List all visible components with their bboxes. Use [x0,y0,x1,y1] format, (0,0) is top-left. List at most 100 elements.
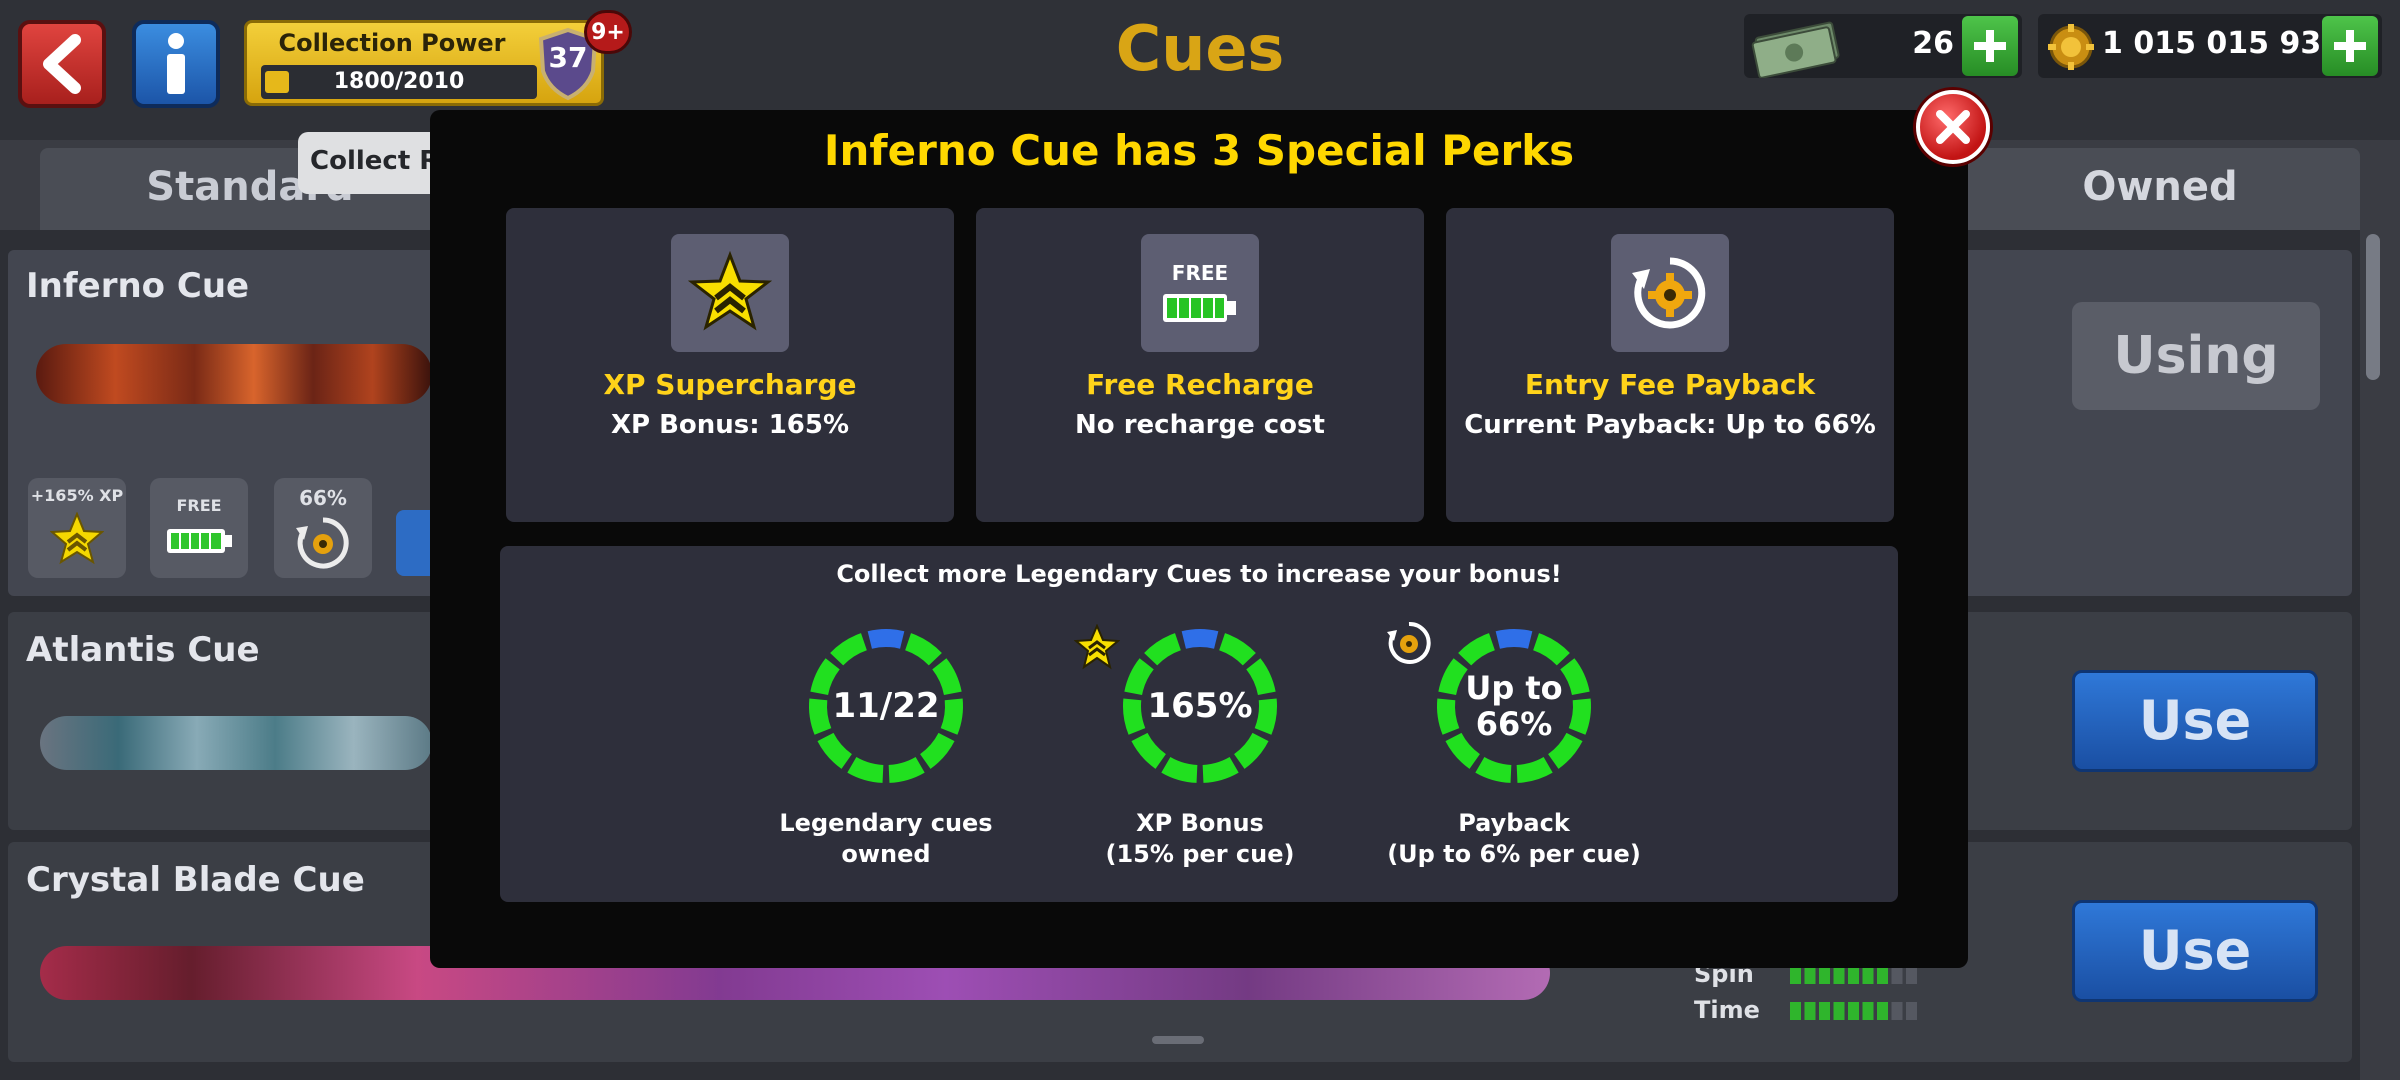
ring-value-line: 66% [1475,705,1553,743]
stat-segment [1833,966,1845,984]
legendary-bonus-panel: Collect more Legendary Cues to increase … [500,546,1898,902]
stat-segment [1804,966,1816,984]
perk-icon-tile [1611,234,1729,352]
ring-caption: Legendary cues owned [736,808,1036,870]
modal-title: Inferno Cue has 3 Special Perks [823,126,1575,175]
stat-segment [1833,1002,1845,1020]
stat-tile-label: 66% [299,486,347,510]
back-arrow-icon [43,34,81,94]
perk-description: Current Payback: Up to 66% [1464,410,1876,440]
plus-icon [2334,30,2366,62]
ring-caption: XP Bonus (15% per cue) [1050,808,1350,870]
stat-segment [1804,1002,1816,1020]
payback-icon [1632,257,1706,329]
stat-segment [1848,966,1859,984]
add-coins-button[interactable] [2322,16,2378,76]
stat-segment [1848,1002,1859,1020]
xp-star-badge [1074,624,1120,670]
collection-power-label: Collection Power [278,29,506,57]
cue-name: Inferno Cue [26,266,250,306]
tab-owned[interactable]: Owned [1960,148,2360,230]
ring-caption: Payback (Up to 6% per cue) [1364,808,1664,870]
perk-icon-tile [671,234,789,352]
stat-segment [1877,966,1888,984]
payback-gear-icon [1387,621,1431,664]
stat-tile-recharge: FREE [150,478,248,578]
tab-owned-label: Owned [2082,164,2238,210]
collect-tooltip: Collect Re [298,132,457,194]
perk-name: Free Recharge [1086,368,1314,401]
stat-segment [1819,966,1830,984]
stat-segment [1790,966,1801,984]
ring-caption-line: (15% per cue) [1105,840,1295,868]
stat-segment [1819,1002,1830,1020]
star-chevron-icon [1074,624,1120,670]
payback-badge [1386,620,1432,666]
stat-segment [1862,1002,1874,1020]
stat-tile-label: FREE [176,496,222,515]
close-icon [1936,110,1970,144]
perk-card-entry-fee-payback: Entry Fee Payback Current Payback: Up to… [1446,208,1894,522]
ring-caption-line: owned [841,840,931,868]
payback-ring: Up to 66% [1434,626,1594,786]
ring-value: Up to 66% [1434,626,1594,786]
battery-icon [167,529,232,553]
cue-name: Crystal Blade Cue [26,860,365,900]
ring-caption-line: (Up to 6% per cue) [1387,840,1641,868]
using-button[interactable]: Using [2072,302,2320,410]
home-indicator [1152,1036,1204,1044]
ring-value-line: Up to [1465,669,1563,707]
stat-segment [1906,1002,1917,1020]
stat-segment [1906,966,1917,984]
cash-value: 26 [1912,26,1954,61]
stat-segment [1790,1002,1801,1020]
collection-power-progress-bar: 1800/2010 [261,65,537,99]
coin-value: 1 015 015 935 [2102,26,2343,61]
page-title: Cues [1115,12,1285,85]
spin-stat-bar [1790,966,1917,984]
notification-badge: 9+ [584,10,632,54]
xp-supercharge-icon [688,251,772,331]
plus-icon [1974,30,2006,62]
ring-caption-line: Legendary cues [779,809,993,837]
stat-segment [1891,966,1903,984]
perk-name: Entry Fee Payback [1524,368,1816,401]
cue-name: Atlantis Cue [26,630,260,670]
perk-icon-tile: FREE [1141,234,1259,352]
perk-description: No recharge cost [1075,410,1325,440]
ring-value: 11/22 [832,686,940,726]
atlantis-cue-image [40,716,432,770]
perk-card-free-recharge: FREE Free Recharge No recharge cost [976,208,1424,522]
list-scrollbar[interactable] [2366,234,2380,380]
collection-power-panel[interactable]: Collection Power 1800/2010 37 [244,20,604,106]
bonus-heading: Collect more Legendary Cues to increase … [836,560,1562,588]
coin-counter: 1 015 015 935 [2038,14,2382,78]
use-button[interactable]: Use [2072,900,2318,1002]
inferno-cue-image [36,344,432,404]
free-icon-text: FREE [1171,261,1229,285]
info-icon [167,33,185,94]
collection-power-progress-text: 1800/2010 [333,69,465,94]
star-chevron-icon [50,512,104,565]
payback-gear-icon [296,517,349,569]
ring-caption-line: Payback [1458,809,1570,837]
stat-tile-label: +165% XP [30,486,124,505]
back-button[interactable] [18,20,106,108]
ring-value: 165% [1147,686,1253,726]
stat-segment [1877,1002,1888,1020]
perk-name: XP Supercharge [603,368,857,401]
coin-icon [2048,24,2094,70]
cash-counter: 26 [1744,14,2022,78]
add-cash-button[interactable] [1962,16,2018,76]
free-battery-icon [1163,294,1236,322]
stat-tile-payback: 66% [274,478,372,578]
stat-segment [1891,1002,1903,1020]
cash-icon [1751,21,1840,78]
stat-label-time: Time [1694,996,1760,1024]
stat-tile-xp: +165% XP [28,478,126,578]
use-button[interactable]: Use [2072,670,2318,772]
time-stat-bar [1790,1002,1917,1020]
close-button[interactable] [1916,90,1990,164]
info-button[interactable] [132,20,220,108]
perk-description: XP Bonus: 165% [610,410,850,440]
